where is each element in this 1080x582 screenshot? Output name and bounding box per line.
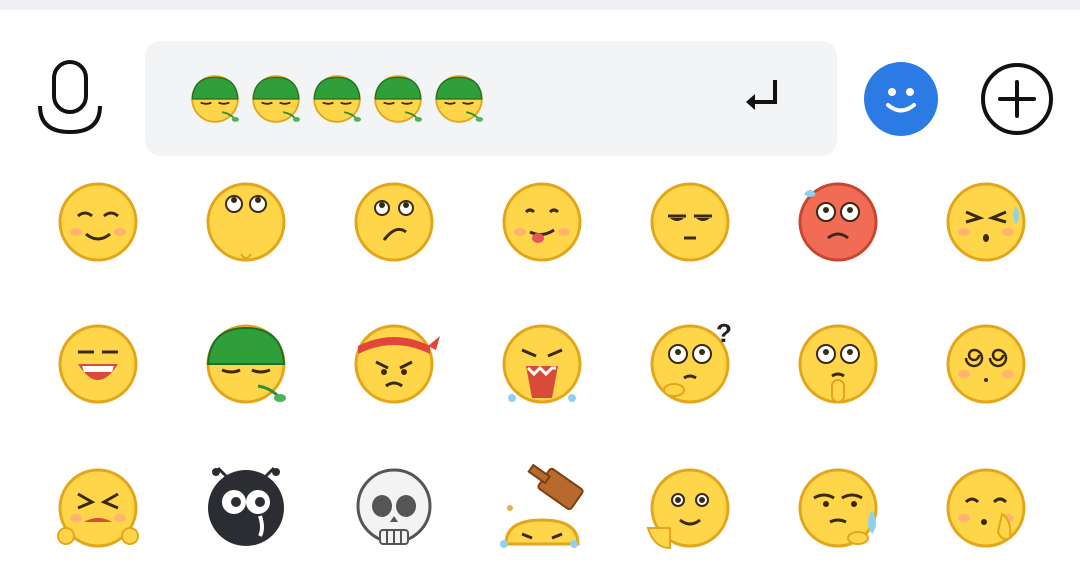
input-emoji-row	[185, 69, 489, 129]
think-emoji[interactable]	[788, 314, 888, 414]
black-face-emoji[interactable]	[196, 458, 296, 558]
add-button[interactable]	[980, 62, 1054, 136]
dizzy-emoji[interactable]	[936, 314, 1036, 414]
scream-emoji[interactable]	[492, 314, 592, 414]
message-input[interactable]	[145, 41, 837, 156]
plus-circle-icon	[981, 63, 1053, 135]
skull-emoji[interactable]	[344, 458, 444, 558]
cry-squint-emoji[interactable]	[48, 458, 148, 558]
tongue-emoji[interactable]	[492, 172, 592, 272]
microphone-button[interactable]	[34, 60, 106, 136]
covered-face-emoji	[185, 69, 245, 129]
covered-face-emoji	[307, 69, 367, 129]
eyes-up-emoji[interactable]	[196, 172, 296, 272]
enter-icon	[746, 80, 777, 110]
shy-emoji[interactable]	[936, 458, 1036, 558]
blush-emoji[interactable]	[640, 458, 740, 558]
meh-emoji[interactable]	[640, 172, 740, 272]
hammer-emoji[interactable]	[492, 458, 592, 558]
covered-face-emoji	[368, 69, 428, 129]
microphone-icon	[38, 60, 102, 135]
covered-face-emoji	[246, 69, 306, 129]
covered-face-emoji	[429, 69, 489, 129]
laugh-emoji[interactable]	[48, 314, 148, 414]
top-strip	[0, 0, 1080, 10]
angry-bandana-emoji[interactable]	[344, 314, 444, 414]
question-emoji[interactable]: ?	[640, 314, 740, 414]
enter-button[interactable]	[741, 76, 781, 120]
side-eye-sweat-emoji[interactable]	[788, 458, 888, 558]
svg-text:?: ?	[716, 318, 732, 348]
emoji-button[interactable]	[864, 62, 938, 136]
covered-face-emoji[interactable]	[196, 314, 296, 414]
sweat-squint-emoji[interactable]	[936, 172, 1036, 272]
frown-eyes-up-emoji[interactable]	[344, 172, 444, 272]
shocked-red-emoji[interactable]	[788, 172, 888, 272]
smile-emoji[interactable]	[48, 172, 148, 272]
smiley-face-icon	[886, 88, 916, 113]
